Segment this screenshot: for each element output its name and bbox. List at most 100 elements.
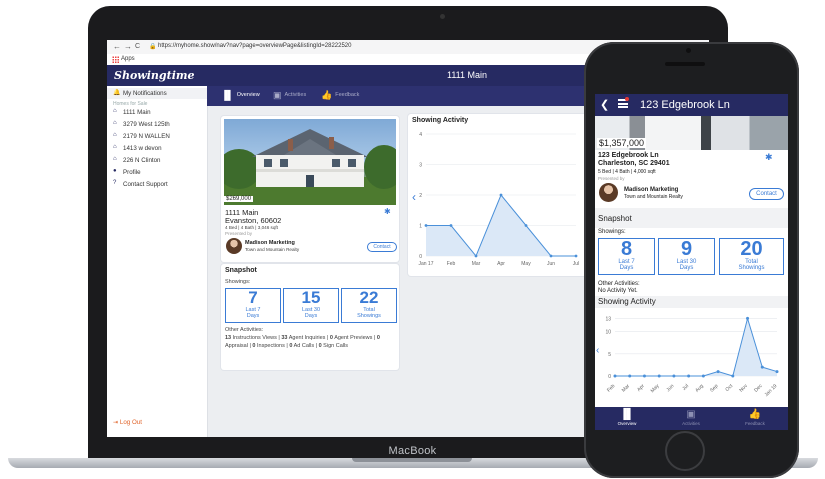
address-bar[interactable]: https://myhome.show/nav?nav?page=overvie… (158, 43, 351, 49)
phone-title: 123 Edgebrook Ln (640, 99, 730, 111)
home-icon: ⌂ (113, 108, 117, 114)
data-point (628, 374, 632, 378)
sidebar-item-3279-west[interactable]: ⌂ 3279 West 125th (107, 119, 207, 130)
x-tick-label: Dec (753, 383, 764, 394)
tab-label: Feedback (335, 92, 360, 98)
thumbs-up-icon: 👍 (321, 90, 333, 100)
sidebar-item-1413-devon[interactable]: ⌂ 1413 w devon (107, 143, 207, 154)
activity-text: Inspections | (255, 343, 290, 349)
apps-grid-icon[interactable] (112, 56, 119, 63)
x-tick-label: Apr (497, 261, 505, 267)
phone-header: ❮ 123 Edgebrook Ln (595, 94, 788, 116)
sidebar-item-label: 2179 N WALLEN (123, 133, 170, 140)
sidebar-item-contact-support[interactable]: ? Contact Support (107, 179, 207, 190)
sidebar: 🔔 My Notifications Homes for Sale ⌂ 1111… (107, 86, 208, 437)
sidebar-item-profile[interactable]: ● Profile (107, 167, 207, 178)
sidebar-item-1111-main[interactable]: ⌂ 1111 Main (107, 107, 207, 118)
tab-label: Activities (682, 421, 700, 426)
sidebar-item-label: 1111 Main (123, 109, 151, 116)
stat-value: 8 (620, 238, 633, 260)
x-tick-label: May (650, 383, 661, 394)
x-tick-label: Mar (621, 383, 632, 394)
x-tick-label: Nov (738, 383, 749, 394)
sidebar-item-label: Profile (123, 169, 141, 176)
data-point (775, 370, 779, 374)
agent-name: Madison Marketing (245, 240, 295, 246)
tab-label: Overview (236, 92, 260, 98)
gear-icon[interactable]: ✱ (765, 152, 773, 163)
stat-label: Last 7 Days (245, 307, 261, 319)
other-activities-value: No Activity Yet. (598, 288, 638, 294)
data-point (499, 193, 503, 197)
other-activities-label: Other Activities: (225, 327, 264, 333)
price-tag: $269,000 (224, 196, 254, 202)
area-fill (615, 318, 777, 376)
snapshot-title: Snapshot (225, 267, 257, 274)
tab-feedback[interactable]: 👍 Feedback (723, 408, 787, 426)
presented-by-label: Presented by (225, 231, 253, 236)
price-tag: $1,357,000 (597, 138, 647, 148)
person-icon: ● (113, 168, 117, 174)
notification-dot (625, 97, 629, 101)
showings-label: Showings: (598, 229, 626, 235)
phone-tab-bar: ▐▌ Overview ▣ Activities 👍 Feedback (595, 407, 788, 430)
y-tick-label: 0 (419, 254, 422, 260)
y-tick-label: 5 (608, 352, 611, 358)
home-icon: ⌂ (113, 120, 117, 126)
home-icon: ⌂ (113, 132, 117, 138)
sidebar-item-label: 1413 w devon (123, 145, 162, 152)
stat-last-7-days: 7 Last 7 Days (225, 288, 281, 323)
x-tick-label: Sep (709, 383, 720, 394)
y-tick-label: 4 (419, 132, 422, 138)
other-activities-line-1: 13 Instructions Views | 33 Agent Inquiri… (225, 335, 380, 341)
calendar-icon: ▣ (686, 409, 696, 420)
tab-feedback[interactable]: 👍 Feedback (321, 90, 359, 101)
stat-last-30-days: 9 Last 30 Days (658, 238, 715, 275)
activity-text: Ad Calls | (292, 343, 319, 349)
gear-icon[interactable]: ✱ (384, 207, 391, 216)
phone-home-button[interactable] (665, 431, 705, 471)
presented-by-label: Presented by (598, 176, 625, 181)
back-arrow-icon[interactable]: ← (113, 42, 121, 51)
stat-last-7-days: 8 Last 7 Days (598, 238, 655, 275)
bookmark-apps[interactable]: Apps (121, 56, 135, 62)
forward-arrow-icon[interactable]: → (124, 42, 132, 51)
property-details: 4 Bed | 4 Bath | 3,046 sqft (225, 225, 278, 230)
other-activities-label: Other Activities: (598, 281, 640, 287)
contact-button[interactable]: Contact (367, 242, 397, 252)
y-tick-label: 1 (419, 224, 422, 230)
x-tick-label: Oct (724, 383, 734, 393)
data-point (657, 374, 661, 378)
reload-icon[interactable]: C (135, 43, 140, 50)
sidebar-item-label: My Notifications (123, 90, 167, 97)
sidebar-item-2179-wallen[interactable]: ⌂ 2179 N WALLEN (107, 131, 207, 142)
stat-label: Last 30 Days (301, 307, 321, 319)
data-point (701, 374, 705, 378)
showings-label: Showings: (225, 279, 251, 285)
stat-total-showings: 22 Total Showings (341, 288, 397, 323)
agency-name: Town and Mountain Realty (245, 247, 300, 252)
logout-label: Log Out (119, 419, 142, 426)
activity-text: Agent Inquiries | (287, 335, 330, 341)
x-tick-label: Jun (547, 261, 555, 267)
tab-activities[interactable]: ▣ Activities (659, 408, 723, 426)
tab-overview[interactable]: ▐▌ Overview (221, 90, 260, 100)
contact-button[interactable]: Contact (749, 188, 784, 200)
stat-value: 9 (680, 238, 693, 260)
x-tick-label: Jul (573, 261, 579, 267)
data-point (716, 370, 720, 374)
page-title: 1111 Main (446, 70, 488, 80)
sidebar-item-notifications[interactable]: 🔔 My Notifications (107, 88, 207, 99)
tab-overview[interactable]: ▐▌ Overview (595, 408, 659, 426)
tab-activities[interactable]: ▣ Activities (273, 90, 306, 101)
tab-label: Overview (617, 421, 637, 426)
lock-icon: 🔒 (149, 44, 157, 50)
x-tick-label: Aug (694, 383, 705, 394)
avatar (599, 183, 618, 202)
x-tick-label: Feb (606, 383, 616, 393)
logout-link[interactable]: ⇥ Log Out (113, 419, 142, 426)
chevron-left-icon[interactable]: ❮ (600, 98, 609, 111)
data-point (746, 316, 750, 320)
showing-activity-title: Showing Activity (598, 297, 656, 306)
sidebar-item-226-clinton[interactable]: ⌂ 226 N Clinton (107, 155, 207, 166)
